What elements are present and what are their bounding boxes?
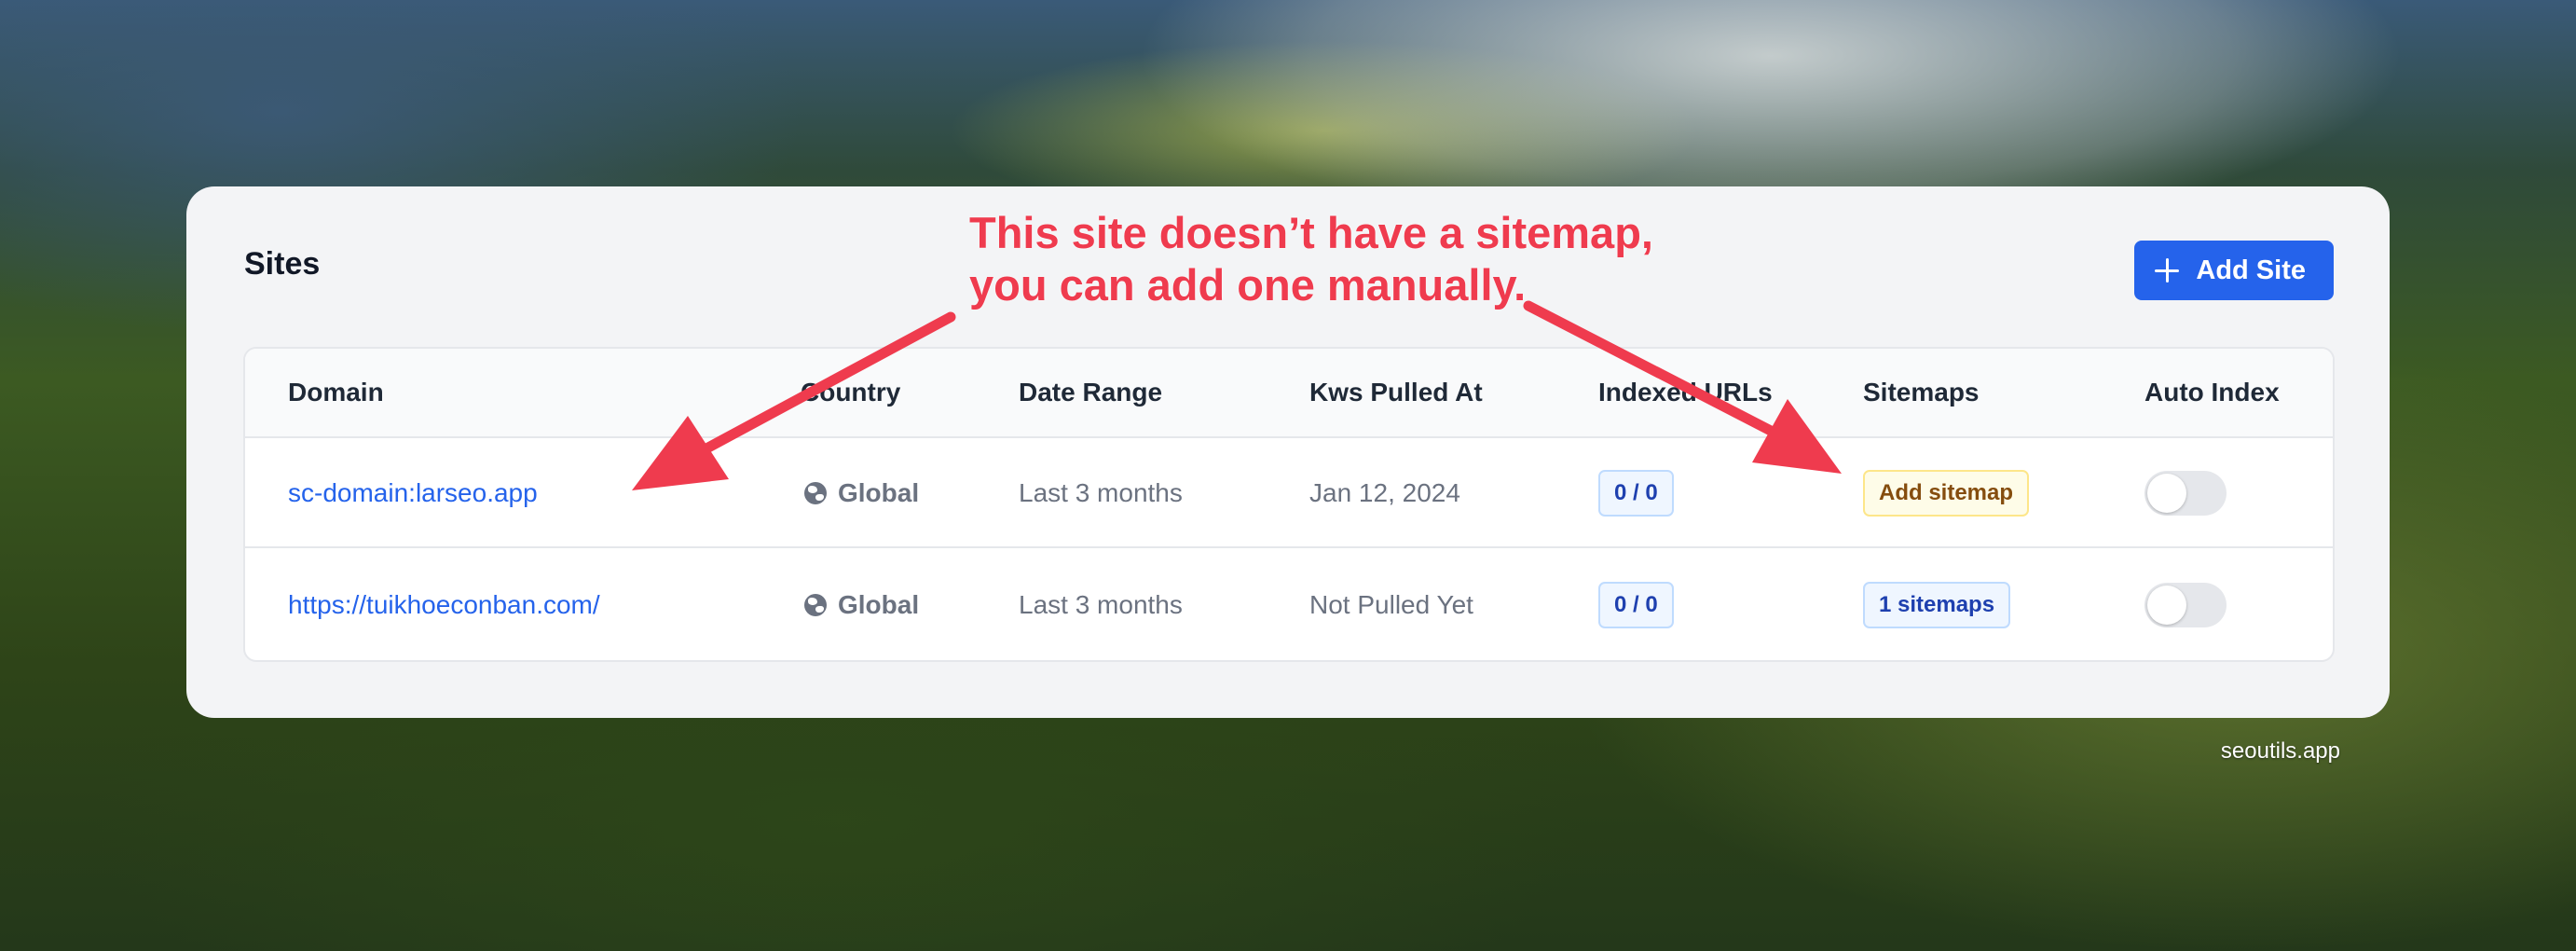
toggle-knob — [2147, 586, 2186, 625]
kws-pulled-at-cell: Jan 12, 2024 — [1309, 478, 1460, 507]
sites-table: Domain Country Date Range Kws Pulled At … — [243, 347, 2335, 662]
annotation-line-2: you can add one manually. — [969, 260, 1527, 310]
indexed-urls-badge[interactable]: 0 / 0 — [1598, 582, 1674, 628]
annotation-line-1: This site doesn’t have a sitemap, — [969, 208, 1653, 257]
indexed-urls-cell: 0 / 0 — [1598, 438, 1674, 548]
page-title: Sites — [244, 246, 321, 282]
add-site-button[interactable]: Add Site — [2134, 241, 2334, 300]
add-site-button-label: Add Site — [2196, 255, 2306, 285]
indexed-urls-badge[interactable]: 0 / 0 — [1598, 470, 1674, 517]
annotation-callout: This site doesn’t have a sitemap, you ca… — [969, 207, 1808, 311]
toggle-knob — [2147, 474, 2186, 513]
globe-icon — [804, 594, 827, 616]
country-label: Global — [838, 478, 920, 507]
sitemaps-cell: 1 sitemaps — [1863, 550, 2011, 660]
add-sitemap-badge[interactable]: Add sitemap — [1863, 470, 2030, 517]
auto-index-cell — [2144, 438, 2227, 548]
table-row: sc-domain:larseo.app Global Last 3 month… — [245, 438, 2333, 548]
date-range-cell: Last 3 months — [1019, 590, 1183, 619]
column-header-date-range[interactable]: Date Range — [1019, 349, 1162, 436]
auto-index-cell — [2144, 550, 2227, 660]
column-header-kws-pulled-at[interactable]: Kws Pulled At — [1309, 349, 1483, 436]
kws-pulled-at-cell: Not Pulled Yet — [1309, 590, 1473, 619]
watermark: seoutils.app — [2220, 738, 2340, 764]
column-header-auto-index[interactable]: Auto Index — [2144, 349, 2280, 436]
column-header-domain[interactable]: Domain — [288, 349, 384, 436]
auto-index-toggle[interactable] — [2144, 583, 2227, 627]
country-label: Global — [838, 590, 920, 619]
column-header-sitemaps[interactable]: Sitemaps — [1863, 349, 1980, 436]
sitemaps-badge[interactable]: 1 sitemaps — [1863, 582, 2011, 628]
plus-icon — [2155, 258, 2180, 283]
globe-icon — [804, 482, 827, 504]
country-cell: Global — [804, 550, 919, 660]
column-header-country[interactable]: Country — [801, 349, 900, 436]
table-header: Domain Country Date Range Kws Pulled At … — [245, 349, 2333, 438]
table-row: https://tuikhoeconban.com/ Global Last 3… — [245, 550, 2333, 660]
country-cell: Global — [804, 438, 919, 548]
domain-link[interactable]: https://tuikhoeconban.com/ — [288, 550, 600, 660]
sitemaps-cell: Add sitemap — [1863, 438, 2030, 548]
column-header-indexed-urls[interactable]: Indexed URLs — [1598, 349, 1773, 436]
domain-link[interactable]: sc-domain:larseo.app — [288, 438, 538, 548]
indexed-urls-cell: 0 / 0 — [1598, 550, 1674, 660]
auto-index-toggle[interactable] — [2144, 471, 2227, 516]
date-range-cell: Last 3 months — [1019, 478, 1183, 507]
